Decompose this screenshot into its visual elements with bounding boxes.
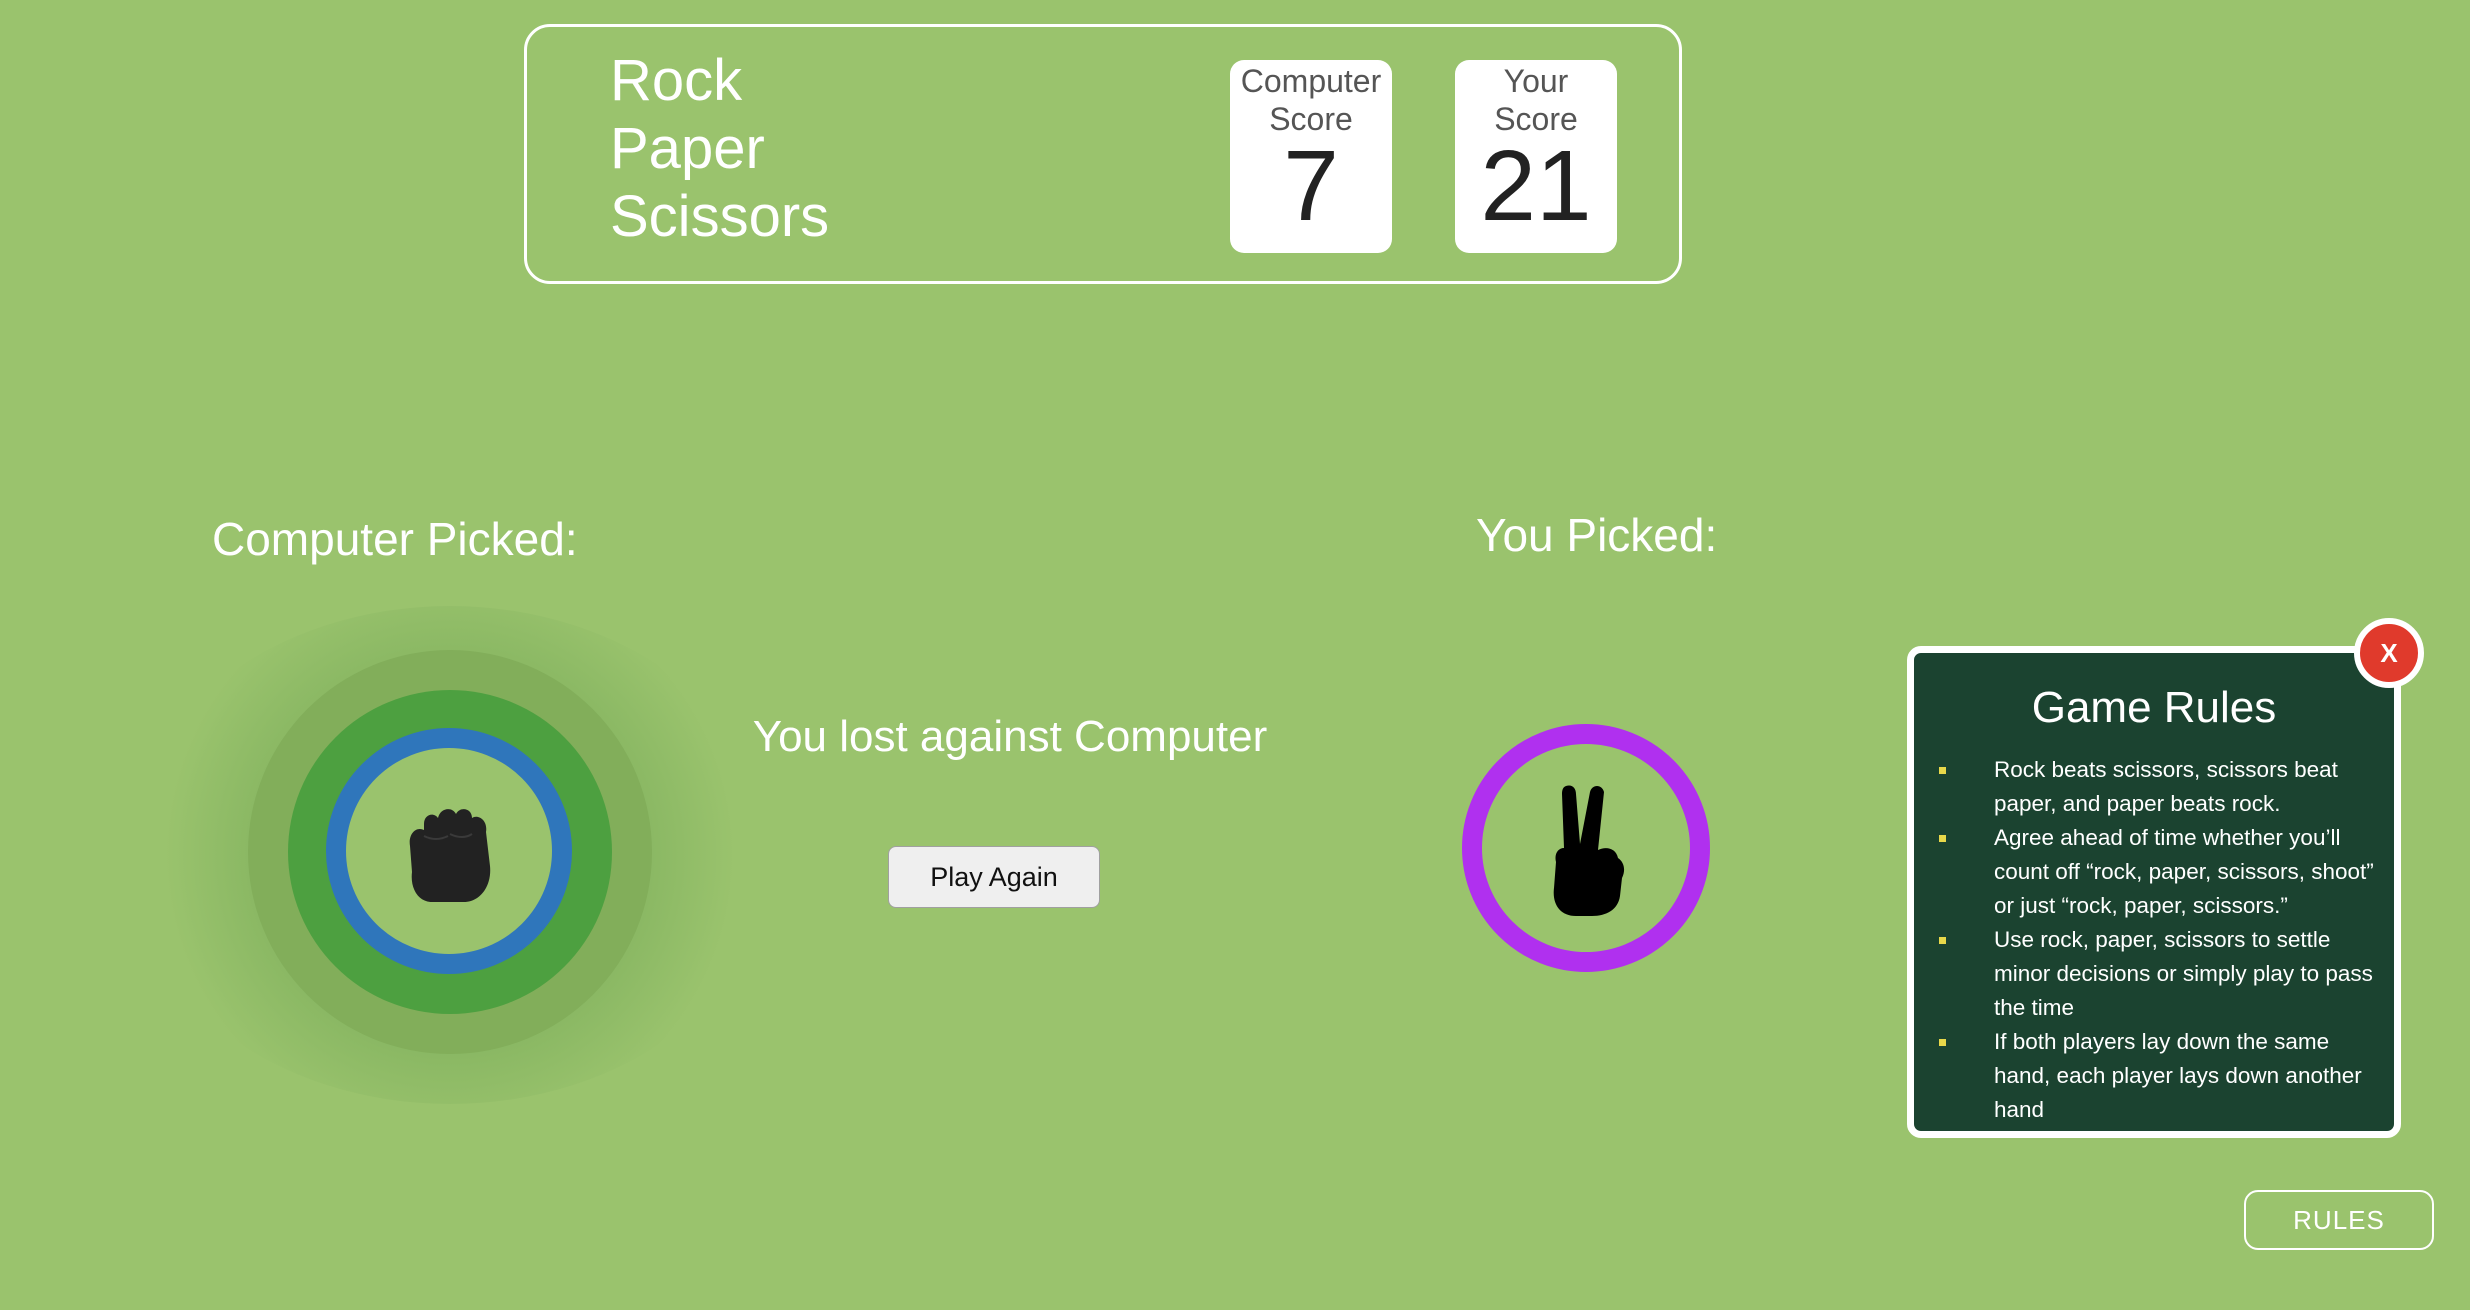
rock-fist-icon [409,809,491,902]
your-score-value: 21 [1480,130,1592,242]
computer-picked-label: Computer Picked: [212,513,578,565]
close-rules-button[interactable]: X [2354,618,2424,688]
scissors-hand-icon [1553,785,1625,916]
title-line-paper: Paper [610,116,765,181]
bullet-icon [1939,1039,1946,1046]
scoreboard-header: Rock Paper Scissors Computer Score 7 You… [524,24,1682,284]
game-title: Rock Paper Scissors [610,47,829,251]
rule-text: Use rock, paper, scissors to settle mino… [1994,927,2373,1020]
computer-score-label-line1: Computer [1240,63,1382,99]
bullet-icon [1939,937,1946,944]
your-choice-circle [1462,724,1710,972]
rules-list: Rock beats scissors, scissors beat paper… [1914,753,2394,1127]
title-line-scissors: Scissors [610,184,830,249]
play-again-button[interactable]: Play Again [888,846,1100,908]
bullet-icon [1939,767,1946,774]
rule-text: Rock beats scissors, scissors beat paper… [1994,757,2338,816]
bullet-icon [1939,835,1946,842]
rules-button[interactable]: RULES [2244,1190,2434,1250]
computer-choice-circle [326,728,572,974]
computer-score-value: 7 [1283,130,1339,242]
result-message: You lost against Computer [752,712,1268,761]
your-score-card: Your Score 21 [1455,60,1617,253]
rules-panel: Game Rules Rock beats scissors, scissors… [1907,646,2401,1138]
rule-item: Use rock, paper, scissors to settle mino… [1934,923,2390,1025]
your-score-label-line1: Your [1503,63,1569,99]
your-score-label: Your Score [1455,60,1617,138]
rules-title: Game Rules [2031,683,2277,732]
title-line-rock: Rock [610,48,743,113]
rule-item: Agree ahead of time whether you’ll count… [1934,821,2390,923]
game-screen: Rock Paper Scissors Computer Score 7 You… [0,0,2470,1310]
computer-score-label: Computer Score [1230,60,1392,138]
rule-item: If both players lay down the same hand, … [1934,1025,2390,1127]
rule-text: If both players lay down the same hand, … [1994,1029,2362,1122]
rule-text: Agree ahead of time whether you’ll count… [1994,825,2374,918]
computer-score-card: Computer Score 7 [1230,60,1392,253]
you-picked-label: You Picked: [1476,509,1718,561]
rule-item: Rock beats scissors, scissors beat paper… [1934,753,2390,821]
